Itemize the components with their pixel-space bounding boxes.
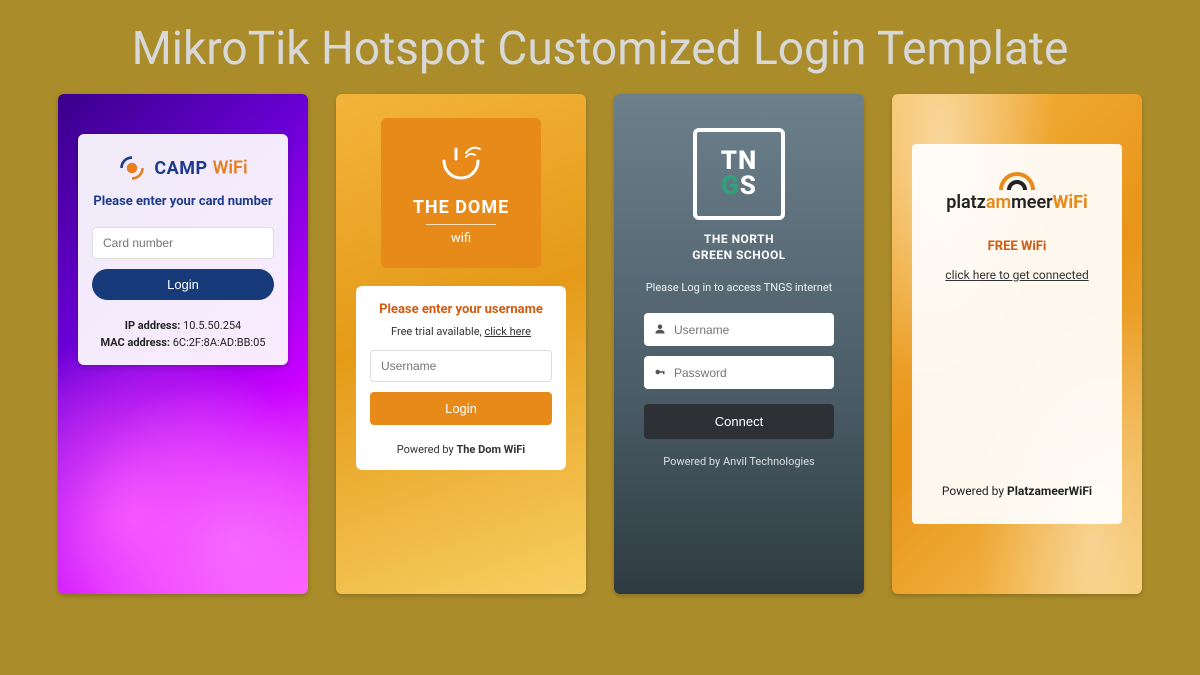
badge-sub: wifi [451, 231, 471, 246]
template-tngs: TN GS THE NORTH GREEN SCHOOL Please Log … [614, 94, 864, 594]
ip-label: IP address: [125, 319, 183, 332]
login-prompt: Please Log in to access TNGS internet [646, 281, 833, 294]
powered-by: Powered by The Dom WiFi [370, 443, 552, 456]
card-number-prompt: Please enter your card number [92, 194, 274, 209]
powered-by: Powered by PlatzameerWiFi [926, 484, 1108, 498]
powered-name: The Dom WiFi [456, 443, 525, 456]
username-field[interactable] [644, 313, 834, 346]
powered-prefix: Powered by [942, 484, 1007, 498]
powered-by: Powered by Anvil Technologies [663, 455, 814, 468]
connect-link[interactable]: click here to get connected [926, 268, 1108, 282]
dome-badge: THE DOME wifi [381, 118, 541, 268]
brand-meer: meer [1011, 192, 1052, 213]
brand-word-wifi: WiFi [213, 158, 248, 179]
smile-wifi-icon [436, 141, 486, 189]
connect-button[interactable]: Connect [644, 404, 834, 439]
camp-logo: CAMP WiFi [92, 154, 274, 182]
school-line1: THE NORTH [704, 232, 774, 246]
brand-platz: platz [946, 192, 986, 213]
network-info: IP address: 10.5.50.254 MAC address: 6C:… [92, 318, 274, 351]
free-trial-text: Free trial available, click here [370, 325, 552, 338]
template-the-dome: THE DOME wifi Please enter your username… [336, 94, 586, 594]
template-platzameer: platzammeerWiFi FREE WiFi click here to … [892, 94, 1142, 594]
brand-wifi: WiFi [1053, 192, 1088, 213]
logo-g: G [721, 171, 740, 201]
trial-prefix: Free trial available, [391, 325, 484, 338]
template-camp-wifi: CAMP WiFi Please enter your card number … [58, 94, 308, 594]
page-title: MikroTik Hotspot Customized Login Templa… [0, 0, 1200, 94]
powered-name: PlatzameerWiFi [1007, 484, 1092, 498]
password-input[interactable] [674, 366, 824, 380]
login-button[interactable]: Login [92, 269, 274, 300]
password-field[interactable] [644, 356, 834, 389]
brand-logo: platzammeerWiFi [926, 192, 1108, 213]
school-line2: GREEN SCHOOL [692, 248, 786, 262]
login-card: Please enter your username Free trial av… [356, 286, 566, 470]
logo-s: S [740, 171, 757, 201]
login-button[interactable]: Login [370, 392, 552, 425]
key-icon [654, 363, 674, 382]
school-name: THE NORTH GREEN SCHOOL [692, 232, 786, 263]
badge-title: THE DOME [413, 197, 509, 218]
username-input[interactable] [370, 350, 552, 382]
login-card: platzammeerWiFi FREE WiFi click here to … [912, 144, 1122, 524]
powered-prefix: Powered by [397, 443, 457, 456]
login-card: CAMP WiFi Please enter your card number … [78, 134, 288, 365]
username-input[interactable] [674, 323, 824, 337]
brand-word-camp: CAMP [154, 158, 212, 179]
tngs-logo: TN GS [693, 128, 785, 220]
ip-value: 10.5.50.254 [183, 319, 241, 332]
free-wifi-label: FREE WiFi [926, 239, 1108, 254]
wifi-circle-icon [118, 157, 150, 176]
mac-label: MAC address: [101, 336, 173, 349]
card-number-input[interactable] [92, 227, 274, 259]
logo-letters: TN GS [721, 149, 758, 198]
free-trial-link[interactable]: click here [484, 325, 531, 338]
templates-row: CAMP WiFi Please enter your card number … [0, 94, 1200, 594]
mac-value: 6C:2F:8A:AD:BB:05 [173, 336, 266, 349]
badge-divider [426, 224, 496, 225]
username-prompt: Please enter your username [370, 302, 552, 317]
user-icon [654, 320, 674, 339]
brand-am: am [986, 192, 1011, 213]
